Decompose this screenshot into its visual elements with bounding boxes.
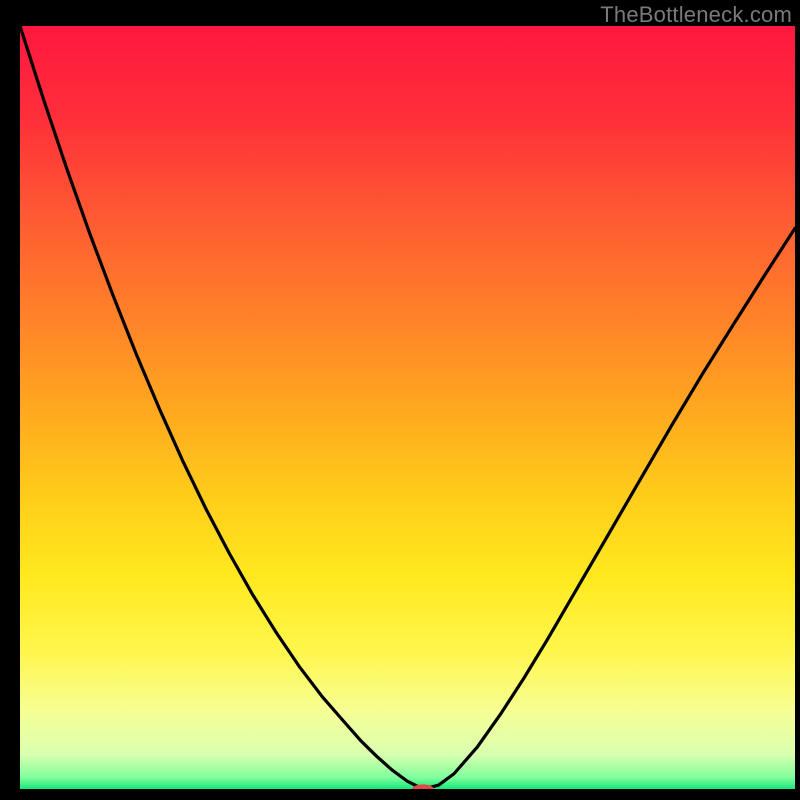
bottleneck-chart <box>0 0 800 800</box>
chart-frame: TheBottleneck.com <box>0 0 800 800</box>
sweet-spot-marker <box>412 784 434 793</box>
plot-background <box>20 26 795 789</box>
watermark-text: TheBottleneck.com <box>600 2 792 28</box>
